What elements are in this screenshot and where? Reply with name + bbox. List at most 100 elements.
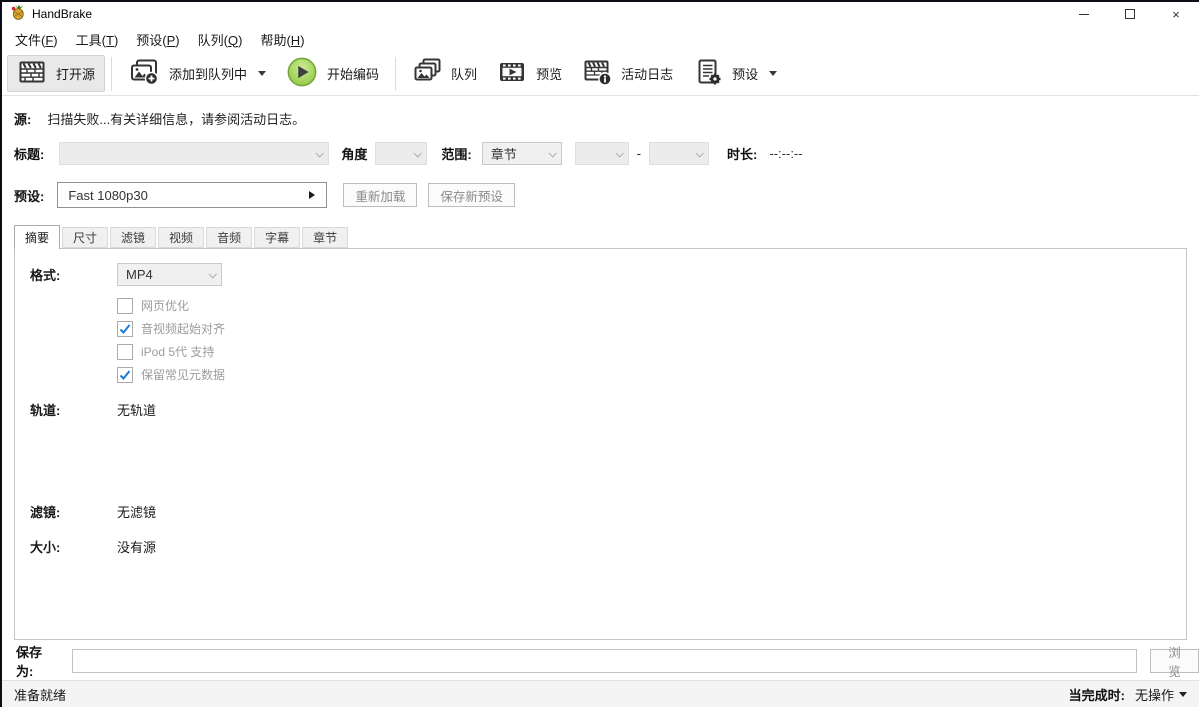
ipod-support-checkbox[interactable] xyxy=(117,344,133,360)
when-done-label: 当完成时: xyxy=(1069,685,1125,704)
preview-label: 预览 xyxy=(536,64,562,83)
chevron-down-icon xyxy=(769,71,777,76)
when-done-value: 无操作 xyxy=(1135,685,1174,704)
size-row: 大小: 没有源 xyxy=(15,536,1186,556)
title-label: 标题: xyxy=(14,144,44,163)
tab-video[interactable]: 视频 xyxy=(158,227,204,248)
filters-row: 滤镜: 无滤镜 xyxy=(15,501,1186,521)
chevron-down-icon xyxy=(258,71,266,76)
menu-presets[interactable]: 预设(P) xyxy=(127,26,188,53)
menu-file[interactable]: 文件(F) xyxy=(6,26,67,53)
handbrake-window: HandBrake × 文件(F) 工具(T) 预设(P) 队列(Q) 帮助(H… xyxy=(0,0,1199,707)
tab-subtitles[interactable]: 字幕 xyxy=(254,227,300,248)
presets-label: 预设 xyxy=(732,64,758,83)
menu-tools[interactable]: 工具(T) xyxy=(67,26,128,53)
toolbar-separator xyxy=(111,57,112,91)
preset-label: 预设: xyxy=(14,186,44,205)
tracks-value: 无轨道 xyxy=(117,400,156,419)
app-logo-icon xyxy=(10,4,26,25)
preview-button[interactable]: 预览 xyxy=(487,55,572,92)
start-encode-button[interactable]: 开始编码 xyxy=(276,55,389,92)
menubar: 文件(F) 工具(T) 预设(P) 队列(Q) 帮助(H) xyxy=(2,26,1199,52)
chevron-down-icon xyxy=(208,270,216,278)
chevron-down-icon xyxy=(414,149,422,157)
minimize-button[interactable] xyxy=(1061,2,1107,26)
chevron-down-icon xyxy=(1179,692,1187,697)
maximize-button[interactable] xyxy=(1107,2,1153,26)
reload-preset-button[interactable]: 重新加载 xyxy=(343,183,417,207)
tab-audio[interactable]: 音频 xyxy=(206,227,252,248)
tab-filters[interactable]: 滤镜 xyxy=(110,227,156,248)
preset-row: 预设: Fast 1080p30 重新加载 保存新预设 xyxy=(14,182,1199,208)
save-new-preset-button[interactable]: 保存新预设 xyxy=(428,183,515,207)
checkbox-label: 音视频起始对齐 xyxy=(141,320,225,337)
title-dropdown[interactable] xyxy=(59,142,329,165)
open-source-button[interactable]: 打开源 xyxy=(7,55,105,92)
format-row: 格式: MP4 xyxy=(15,262,1186,286)
size-value: 没有源 xyxy=(117,537,156,556)
format-label: 格式: xyxy=(30,265,117,284)
format-dropdown[interactable]: MP4 xyxy=(117,263,222,286)
tracks-row: 轨道: 无轨道 xyxy=(15,399,1186,419)
queue-label: 队列 xyxy=(451,64,477,83)
menu-help[interactable]: 帮助(H) xyxy=(251,26,313,53)
ipod-support-checkbox-row: iPod 5代 支持 xyxy=(117,340,1186,363)
start-encode-label: 开始编码 xyxy=(327,64,379,83)
when-done-dropdown[interactable]: 无操作 xyxy=(1135,685,1187,704)
range-end-dropdown[interactable] xyxy=(649,142,709,165)
presets-button[interactable]: 预设 xyxy=(683,55,787,92)
browse-button[interactable]: 浏览 xyxy=(1150,649,1199,673)
range-label: 范围: xyxy=(441,144,471,163)
metadata-checkbox-row: 保留常见元数据 xyxy=(117,363,1186,386)
tab-bar: 摘要 尺寸 滤镜 视频 音频 字幕 章节 xyxy=(14,224,1199,248)
toolbar: 打开源 添加到队列中 xyxy=(2,52,1199,96)
tab-dimensions[interactable]: 尺寸 xyxy=(62,227,108,248)
activity-log-icon xyxy=(582,57,612,90)
range-start-dropdown[interactable] xyxy=(575,142,629,165)
play-icon xyxy=(286,56,318,91)
web-optimized-checkbox[interactable] xyxy=(117,298,133,314)
filters-label: 滤镜: xyxy=(30,502,117,521)
duration-value: --:--:-- xyxy=(769,146,802,161)
maximize-icon xyxy=(1125,9,1135,19)
checkbox-label: iPod 5代 支持 xyxy=(141,343,214,360)
save-as-input[interactable] xyxy=(72,649,1137,673)
filters-value: 无滤镜 xyxy=(117,502,156,521)
web-optimized-checkbox-row: 网页优化 xyxy=(117,294,1186,317)
preview-icon xyxy=(497,57,527,90)
preset-dropdown[interactable]: Fast 1080p30 xyxy=(57,182,327,208)
checkbox-label: 网页优化 xyxy=(141,297,189,314)
chevron-down-icon xyxy=(316,149,324,157)
close-icon: × xyxy=(1172,8,1180,21)
close-button[interactable]: × xyxy=(1153,2,1199,26)
titlebar: HandBrake × xyxy=(2,2,1199,26)
tab-chapters[interactable]: 章节 xyxy=(302,227,348,248)
queue-button[interactable]: 队列 xyxy=(402,55,487,92)
tracks-label: 轨道: xyxy=(30,400,117,419)
add-to-queue-icon xyxy=(128,57,160,90)
tab-summary[interactable]: 摘要 xyxy=(14,225,60,249)
menu-queue[interactable]: 队列(Q) xyxy=(189,26,252,53)
metadata-checkbox[interactable] xyxy=(117,367,133,383)
source-label: 源: xyxy=(14,109,31,128)
open-source-label: 打开源 xyxy=(56,64,95,83)
queue-icon xyxy=(412,57,442,90)
source-row: 源: 扫描失败...有关详细信息，请参阅活动日志。 xyxy=(14,109,1199,128)
angle-dropdown[interactable] xyxy=(375,142,427,165)
range-type-dropdown[interactable]: 章节 xyxy=(482,142,562,165)
av-align-checkbox[interactable] xyxy=(117,321,133,337)
source-status-message: 扫描失败...有关详细信息，请参阅活动日志。 xyxy=(47,109,305,128)
range-dash: - xyxy=(637,146,641,161)
angle-label: 角度 xyxy=(341,144,367,163)
preset-value: Fast 1080p30 xyxy=(68,188,148,203)
chevron-down-icon xyxy=(615,149,623,157)
chevron-down-icon xyxy=(696,149,704,157)
minimize-icon xyxy=(1079,14,1089,15)
summary-panel: 格式: MP4 网页优化 音视频起始对齐 iPod 5代 支持 xyxy=(14,248,1187,640)
add-to-queue-label: 添加到队列中 xyxy=(169,64,247,83)
statusbar: 准备就绪 当完成时: 无操作 xyxy=(2,680,1199,707)
activity-log-button[interactable]: 活动日志 xyxy=(572,55,683,92)
save-as-label: 保存为: xyxy=(16,642,59,680)
add-to-queue-button[interactable]: 添加到队列中 xyxy=(118,55,276,92)
title-row: 标题: 角度 范围: 章节 - 时长: --:--:-- xyxy=(14,141,1199,165)
